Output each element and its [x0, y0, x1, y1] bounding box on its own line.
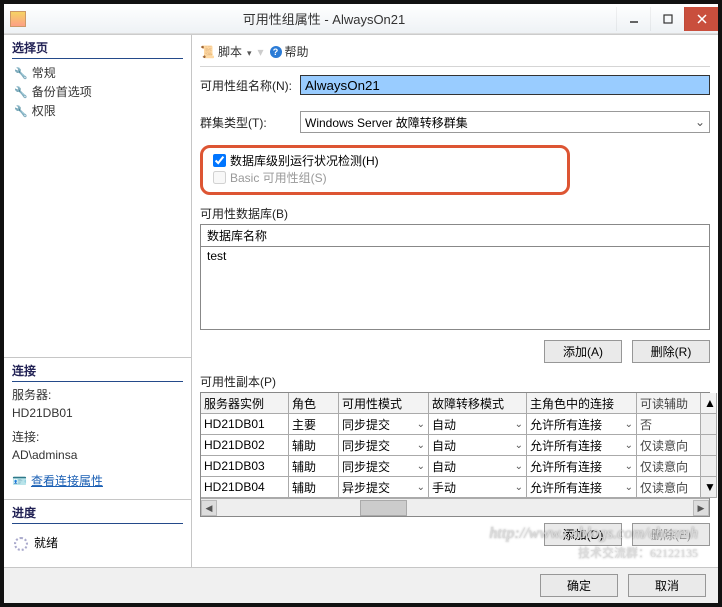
wrench-icon [14, 85, 28, 99]
cell-role: 辅助 [289, 435, 339, 456]
cell-mode-select[interactable]: 同步提交 [339, 435, 429, 456]
col-primary-conn[interactable]: 主角色中的连接 [527, 393, 637, 414]
scroll-up-button[interactable]: ▲ [701, 393, 717, 414]
cell-failover-select[interactable]: 自动 [429, 435, 527, 456]
scroll-track[interactable] [701, 435, 717, 456]
server-value: HD21DB01 [12, 404, 183, 422]
ok-button[interactable]: 确定 [540, 574, 618, 597]
replica-remove-button: 删除(E) [632, 523, 710, 546]
cell-readable[interactable]: 否 [637, 414, 701, 435]
db-remove-button[interactable]: 删除(R) [632, 340, 710, 363]
replica-row[interactable]: HD21DB02辅助同步提交自动允许所有连接仅读意向 [201, 435, 709, 456]
db-add-button[interactable]: 添加(A) [544, 340, 622, 363]
cell-server[interactable]: HD21DB01 [201, 414, 289, 435]
cell-readable[interactable]: 仅读意向 [637, 435, 701, 456]
view-connection-props-link[interactable]: 查看连接属性 [31, 474, 103, 488]
databases-header: 数据库名称 [201, 225, 709, 247]
cell-role: 辅助 [289, 456, 339, 477]
col-role[interactable]: 角色 [289, 393, 339, 414]
cell-primary-conn-select[interactable]: 允许所有连接 [527, 414, 637, 435]
minimize-button[interactable] [616, 7, 650, 31]
cell-primary-conn-select[interactable]: 允许所有连接 [527, 477, 637, 498]
sidebar-item-backup-pref[interactable]: 备份首选项 [12, 82, 183, 101]
script-dropdown[interactable]: 📜脚本 [200, 43, 252, 60]
progress-title: 进度 [12, 504, 183, 524]
database-row[interactable]: test [201, 247, 709, 265]
cell-role: 辅助 [289, 477, 339, 498]
sidebar: 选择页 常规 备份首选项 权限 连接 服务器: HD21DB01 连接: AD\… [4, 35, 192, 567]
footer: 确定 取消 [4, 567, 718, 603]
cell-server[interactable]: HD21DB04 [201, 477, 289, 498]
replica-row[interactable]: HD21DB01主要同步提交自动允许所有连接否 [201, 414, 709, 435]
connection-label: 连接: [12, 428, 183, 446]
window-icon [10, 11, 26, 27]
sidebar-item-general[interactable]: 常规 [12, 63, 183, 82]
scroll-track[interactable]: ▼ [701, 477, 717, 498]
highlight-annotation: 数据库级别运行状况检测(H) Basic 可用性组(S) [200, 145, 570, 195]
cluster-type-select[interactable]: Windows Server 故障转移群集 [300, 111, 710, 133]
select-page-title: 选择页 [12, 39, 183, 59]
replica-row[interactable]: HD21DB03辅助同步提交自动允许所有连接仅读意向 [201, 456, 709, 477]
db-health-label: 数据库级别运行状况检测(H) [230, 152, 379, 169]
databases-list[interactable]: 数据库名称 test [200, 224, 710, 330]
replica-add-button[interactable]: 添加(D) [544, 523, 622, 546]
cell-role: 主要 [289, 414, 339, 435]
col-failover[interactable]: 故障转移模式 [429, 393, 527, 414]
server-label: 服务器: [12, 386, 183, 404]
cell-mode-select[interactable]: 同步提交 [339, 456, 429, 477]
help-button[interactable]: ?帮助 [270, 43, 309, 60]
db-health-checkbox[interactable] [213, 154, 226, 167]
cell-failover-select[interactable]: 手动 [429, 477, 527, 498]
basic-ag-label: Basic 可用性组(S) [230, 169, 327, 186]
help-icon: ? [270, 46, 282, 58]
main-panel: 📜脚本 ▾ ?帮助 可用性组名称(N): 群集类型(T): Windows Se… [192, 35, 718, 567]
col-readable[interactable]: 可读辅助 [637, 393, 701, 414]
wrench-icon [14, 104, 28, 118]
window-title: 可用性组属性 - AlwaysOn21 [32, 9, 616, 28]
cell-server[interactable]: HD21DB03 [201, 456, 289, 477]
scroll-track[interactable] [701, 414, 717, 435]
sidebar-item-permissions[interactable]: 权限 [12, 101, 183, 120]
maximize-button[interactable] [650, 7, 684, 31]
script-icon: 📜 [200, 45, 215, 59]
col-mode[interactable]: 可用性模式 [339, 393, 429, 414]
ag-name-input[interactable] [300, 75, 710, 95]
scroll-track[interactable] [701, 456, 717, 477]
replicas-grid[interactable]: 服务器实例 角色 可用性模式 故障转移模式 主角色中的连接 可读辅助 ▲ HD2… [200, 392, 710, 517]
replicas-label: 可用性副本(P) [200, 373, 710, 390]
cell-failover-select[interactable]: 自动 [429, 456, 527, 477]
cell-primary-conn-select[interactable]: 允许所有连接 [527, 435, 637, 456]
progress-status: 就绪 [34, 536, 58, 550]
cell-mode-select[interactable]: 同步提交 [339, 414, 429, 435]
ag-name-label: 可用性组名称(N): [200, 77, 300, 94]
scroll-thumb[interactable] [360, 500, 408, 516]
cell-readable[interactable]: 仅读意向 [637, 477, 701, 498]
titlebar: 可用性组属性 - AlwaysOn21 [4, 4, 718, 34]
wrench-icon [14, 66, 28, 80]
cancel-button[interactable]: 取消 [628, 574, 706, 597]
basic-ag-checkbox [213, 171, 226, 184]
card-icon: 🪪 [12, 474, 27, 488]
cell-mode-select[interactable]: 异步提交 [339, 477, 429, 498]
databases-label: 可用性数据库(B) [200, 205, 710, 222]
replica-row[interactable]: HD21DB04辅助异步提交手动允许所有连接仅读意向▼ [201, 477, 709, 498]
scroll-left-button[interactable]: ◀ [201, 500, 217, 516]
connection-value: AD\adminsa [12, 446, 183, 464]
cell-readable[interactable]: 仅读意向 [637, 456, 701, 477]
connection-title: 连接 [12, 362, 183, 382]
close-button[interactable] [684, 7, 718, 31]
cell-failover-select[interactable]: 自动 [429, 414, 527, 435]
cell-primary-conn-select[interactable]: 允许所有连接 [527, 456, 637, 477]
scroll-right-button[interactable]: ▶ [693, 500, 709, 516]
spinner-icon [14, 537, 28, 551]
col-server[interactable]: 服务器实例 [201, 393, 289, 414]
cluster-type-label: 群集类型(T): [200, 114, 300, 131]
cell-server[interactable]: HD21DB02 [201, 435, 289, 456]
horizontal-scrollbar[interactable]: ◀ ▶ [201, 498, 709, 516]
